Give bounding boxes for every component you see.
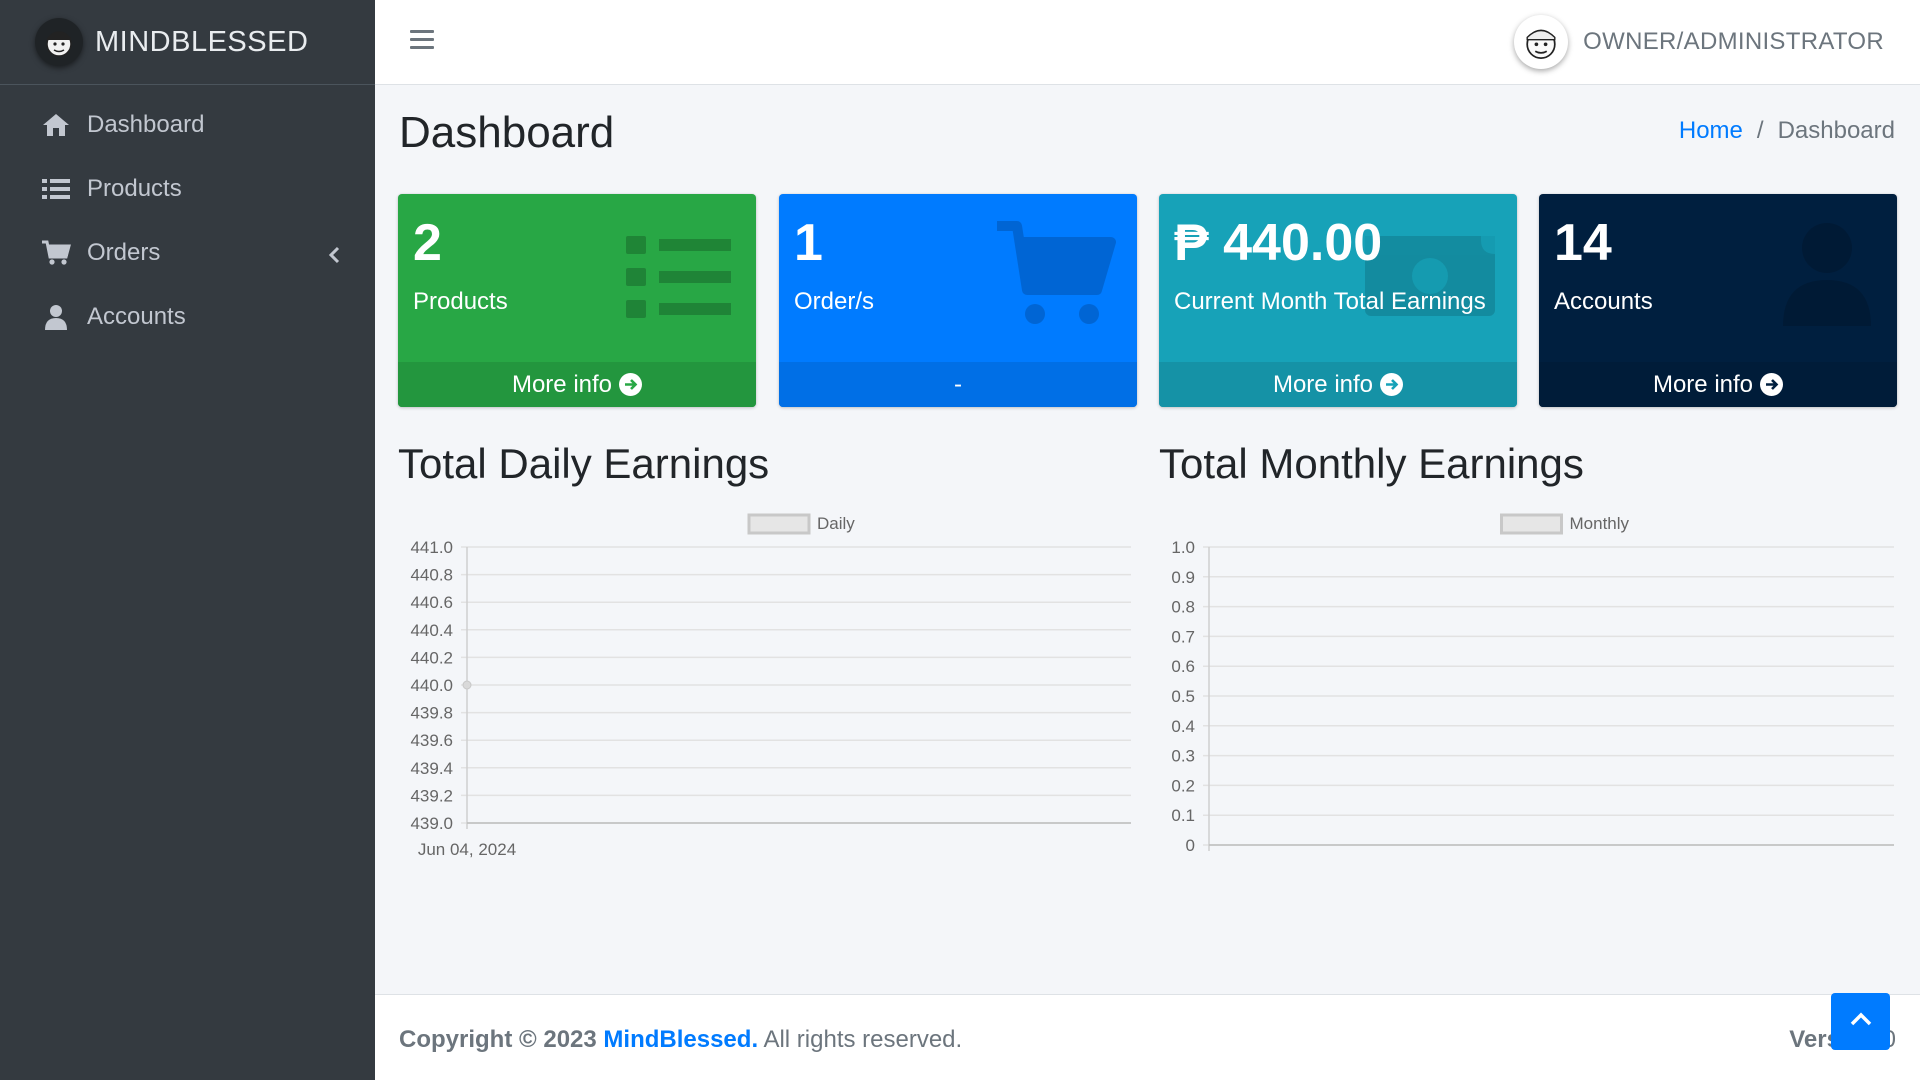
y-tick-label: 0.2 — [1171, 776, 1195, 795]
monthly-chart-title: Total Monthly Earnings — [1159, 440, 1584, 487]
menu-toggle-icon[interactable] — [410, 30, 434, 52]
more-info-link[interactable]: More info — [1159, 362, 1517, 407]
more-info-link[interactable]: More info — [398, 362, 756, 407]
legend-swatch — [1500, 513, 1563, 535]
y-tick-label: 1.0 — [1171, 538, 1195, 557]
chevron-left-icon — [328, 243, 340, 271]
user-icon — [40, 303, 72, 331]
orders-footer-link[interactable]: - — [779, 362, 1137, 407]
breadcrumb: Home / Dashboard — [1679, 117, 1895, 145]
y-tick-label: 0.4 — [1171, 717, 1195, 736]
box-label: Current Month Total Earnings — [1174, 288, 1486, 316]
company-link[interactable]: MindBlessed. — [603, 1026, 758, 1053]
home-icon — [40, 111, 72, 139]
more-info-link[interactable]: More info — [1539, 362, 1897, 407]
rights-text: All rights reserved. — [758, 1026, 963, 1053]
more-info-label: More info — [1272, 370, 1374, 398]
arrow-circle-right-icon — [1760, 373, 1784, 396]
list-icon — [626, 232, 736, 325]
sidebar-item-label: Orders — [87, 239, 161, 266]
more-info-label: More info — [511, 370, 613, 398]
box-value: ₱ 440.00 — [1174, 214, 1383, 272]
earnings-box: ₱ 440.00 Current Month Total Earnings Mo… — [1159, 194, 1517, 407]
cart-icon — [40, 239, 72, 267]
page-title: Dashboard — [399, 108, 615, 157]
sidebar-item-accounts[interactable]: Accounts — [0, 285, 375, 349]
cart-icon — [995, 220, 1117, 333]
daily-chart-title: Total Daily Earnings — [398, 440, 770, 487]
y-tick-label: 440.6 — [410, 593, 453, 612]
y-tick-label: 0.1 — [1171, 806, 1195, 825]
sidebar-item-products[interactable]: Products — [0, 157, 375, 221]
list-icon — [40, 175, 72, 203]
orders-box: 1 Order/s - — [779, 194, 1137, 407]
sidebar-item-label: Products — [87, 175, 182, 202]
more-info-label: More info — [1652, 370, 1754, 398]
y-tick-label: 439.2 — [410, 786, 453, 805]
y-tick-label: 0.8 — [1171, 598, 1195, 617]
y-tick-label: 440.8 — [410, 566, 453, 585]
top-navbar: OWNER/ADMINISTRATOR — [375, 0, 1920, 85]
y-tick-label: 0.3 — [1171, 747, 1195, 766]
sidebar-item-label: Dashboard — [87, 111, 205, 138]
daily-earnings-chart: Daily 441.0 440.8 440.6 440.4 440.2 440.0 439.8… — [410, 513, 1131, 859]
y-tick-label: 439.6 — [410, 731, 453, 750]
y-tick-label: 441.0 — [410, 538, 453, 557]
products-box: 2 Products More info — [398, 194, 756, 407]
monthly-earnings-chart: Monthly 1.0 0.9 0.8 0.7 0.6 0.5 0.4 0.3 0.2 0.1 0 — [1171, 513, 1894, 855]
legend-swatch — [747, 513, 811, 535]
avatar — [1514, 15, 1569, 69]
breadcrumb-home-link[interactable]: Home — [1679, 117, 1743, 145]
sidebar-nav: Dashboard Products Orders Accounts — [0, 85, 375, 349]
y-tick-label: 0.9 — [1171, 568, 1195, 587]
y-tick-label: 439.8 — [410, 704, 453, 723]
y-tick-label: 0.5 — [1171, 687, 1195, 706]
orders-footer-label: - — [954, 370, 962, 398]
page-footer: Copyright © 2023 MindBlessed. All rights… — [375, 994, 1920, 1080]
y-tick-label: 440.4 — [410, 621, 453, 640]
legend-label: Monthly — [1570, 514, 1630, 533]
copyright: Copyright © 2023 MindBlessed. All rights… — [399, 1026, 962, 1054]
sidebar-item-orders[interactable]: Orders — [0, 221, 375, 285]
x-tick-label: Jun 04, 2024 — [418, 840, 516, 859]
sidebar-item-dashboard[interactable]: Dashboard — [0, 93, 375, 157]
y-tick-label: 440.0 — [410, 676, 453, 695]
y-tick-label: 439.0 — [410, 814, 453, 833]
back-to-top-button[interactable] — [1831, 993, 1890, 1050]
sidebar-item-label: Accounts — [87, 303, 186, 330]
user-role: OWNER/ADMINISTRATOR — [1583, 28, 1884, 55]
arrow-circle-right-icon — [619, 373, 643, 396]
data-point — [462, 680, 472, 690]
brand-name: MINDBLESSED — [95, 25, 309, 58]
y-tick-label: 0 — [1186, 836, 1195, 855]
brand-logo — [35, 18, 83, 66]
breadcrumb-separator: / — [1756, 117, 1764, 144]
y-tick-label: 0.6 — [1171, 657, 1195, 676]
y-tick-label: 440.2 — [410, 648, 453, 667]
arrow-circle-right-icon — [1380, 373, 1404, 396]
chevron-up-icon — [1849, 1011, 1873, 1032]
user-menu[interactable]: OWNER/ADMINISTRATOR — [1514, 15, 1884, 69]
sidebar: MINDBLESSED Dashboard Products Orders Ac… — [0, 0, 375, 1080]
legend-label: Daily — [817, 514, 855, 533]
user-icon — [1779, 222, 1875, 331]
accounts-box: 14 Accounts More info — [1539, 194, 1897, 407]
y-tick-label: 0.7 — [1171, 627, 1195, 646]
y-tick-label: 439.4 — [410, 759, 453, 778]
copyright-prefix: Copyright © 2023 — [399, 1026, 604, 1053]
brand-link[interactable]: MINDBLESSED — [0, 0, 375, 85]
breadcrumb-current: Dashboard — [1777, 117, 1895, 144]
